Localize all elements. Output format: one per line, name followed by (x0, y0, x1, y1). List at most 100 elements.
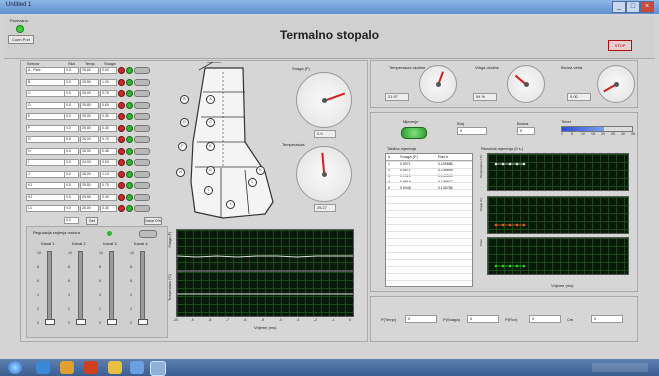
left-chart-xtick: -3 (296, 318, 300, 322)
sensor-toggle[interactable] (134, 205, 150, 212)
boot-sensor-marker[interactable]: A (206, 95, 215, 104)
save-button[interactable]: Save 0% (144, 217, 162, 225)
measure-grid-line (386, 203, 472, 204)
sensor-status-led (118, 193, 125, 201)
ie-icon[interactable] (36, 361, 50, 374)
sensor-toggle[interactable] (134, 170, 150, 178)
regulation-title: Regulacija snijenja motora (33, 230, 80, 235)
sensor-toggle[interactable] (134, 101, 150, 109)
result-point (522, 223, 526, 227)
result-chart (487, 237, 629, 275)
result-point (515, 162, 519, 166)
sensor-cell-name: K1 (26, 182, 65, 189)
bottom-field-value[interactable]: 0 (591, 315, 623, 323)
boot-sensor-marker[interactable]: G (206, 166, 215, 175)
bottom-field-value[interactable]: 0 (467, 315, 499, 323)
sensor-toggle[interactable] (134, 67, 150, 74)
sensor-toggle[interactable] (134, 136, 150, 143)
boot-sensor-marker[interactable]: H (176, 168, 185, 177)
slider-tick: 0 (37, 321, 39, 325)
sensor-active-led (126, 136, 133, 143)
window-title: Untitled 1 (6, 2, 32, 8)
start-button[interactable] (8, 361, 22, 374)
slider-thumb[interactable] (138, 319, 148, 325)
slider-label: Kanal 2 (72, 241, 86, 246)
sensor-toggle[interactable] (134, 124, 150, 132)
sensor-cell-v2: 26.00 (80, 170, 99, 178)
slider-thumb[interactable] (45, 319, 55, 325)
stop-button[interactable]: STOP (608, 40, 632, 51)
boot-sensor-marker[interactable]: I (204, 186, 213, 195)
slider-thumb[interactable] (76, 319, 86, 325)
motor-slider[interactable] (109, 251, 114, 323)
close-button[interactable]: × (640, 1, 654, 13)
sensor-toggle[interactable] (134, 193, 150, 201)
slider-tick: 6 (68, 279, 70, 283)
sensor-toggle[interactable] (134, 182, 150, 189)
motor-slider[interactable] (47, 251, 52, 323)
maximize-button[interactable]: □ (626, 1, 640, 13)
left-chart-bottom-line (177, 293, 353, 295)
result-point (501, 162, 505, 166)
sensor-cell-v2: 25.50 (80, 78, 99, 86)
left-chart-bottom (176, 271, 354, 317)
sensor-cell-v1: 0.0 (64, 182, 79, 189)
boot-sensor-marker[interactable]: F (178, 142, 187, 151)
folder-icon[interactable] (60, 361, 74, 374)
speed-value[interactable]: 0 (517, 127, 535, 135)
measure-grid-line (386, 245, 472, 246)
labview-task-icon[interactable] (150, 361, 166, 376)
title-bar: Untitled 1 _ □ × (0, 0, 659, 14)
left-chart-xtick: -1 (331, 318, 335, 322)
result-chart-ylabel: Timer (479, 239, 483, 247)
regulation-toggle[interactable] (139, 230, 157, 238)
sensor-toggle[interactable] (134, 159, 150, 166)
measure-toggle[interactable] (401, 127, 427, 139)
left-chart-xtick: -7 (225, 318, 229, 322)
slider-tick: 10 (37, 251, 41, 255)
left-chart-xtick: -9 (190, 318, 194, 322)
sensor-cell-name: L1 (26, 205, 65, 212)
header-panel: Povezano Conn Port Termalno stopalo STOP (4, 16, 655, 59)
boot-sensor-marker[interactable]: K (256, 166, 265, 175)
boot-sensor-marker[interactable]: J (226, 200, 235, 209)
explorer-icon[interactable] (108, 361, 122, 374)
timer-tick: 0 (561, 132, 563, 136)
sensor-row: C 0.0 26.00 0.75 (26, 90, 161, 97)
env-humidity-hub (523, 81, 529, 87)
sensor-toggle[interactable] (134, 147, 150, 155)
sensor-toggle[interactable] (134, 78, 150, 86)
temperature-gauge (296, 146, 352, 202)
motor-slider[interactable] (78, 251, 83, 323)
boot-sensor-marker[interactable]: L (248, 178, 257, 187)
sensor-status-led (118, 182, 125, 189)
set-button[interactable]: Set (86, 217, 98, 225)
sensor-status-led (118, 136, 125, 143)
force-gauge-hub (321, 97, 327, 103)
boot-sensor-marker[interactable]: D (180, 118, 189, 127)
minimize-button[interactable]: _ (612, 1, 626, 13)
sensor-toggle[interactable] (134, 113, 150, 120)
slider-thumb[interactable] (107, 319, 117, 325)
measure-table-title: Tablica mjerenja (387, 146, 416, 151)
boot-sensor-marker[interactable]: B (180, 95, 189, 104)
connected-label: Povezano (10, 18, 28, 23)
sensor-active-led (126, 101, 133, 109)
sensor-cell-v1: 0.0 (64, 147, 79, 155)
bottom-field-value[interactable]: 0 (405, 315, 437, 323)
measure-grid-line (386, 168, 472, 169)
bottom-field-value[interactable]: 0 (529, 315, 561, 323)
system-tray (592, 363, 648, 372)
slider-tick: 10 (68, 251, 72, 255)
result-point (494, 162, 498, 166)
media-icon[interactable] (84, 361, 98, 374)
app-icon-1[interactable] (130, 361, 144, 374)
boot-sensor-marker[interactable]: C (206, 118, 215, 127)
slider-tick: 2 (99, 307, 101, 311)
boot-sensor-marker[interactable]: E (206, 142, 215, 151)
right-charts-title: Rezultati mjerenja (0 s.) (481, 146, 524, 151)
motor-slider[interactable] (140, 251, 145, 323)
sensor-cell-v1: 0.0 (64, 124, 79, 132)
rbf-value[interactable]: 0 (457, 127, 487, 135)
sensor-toggle[interactable] (134, 90, 150, 97)
